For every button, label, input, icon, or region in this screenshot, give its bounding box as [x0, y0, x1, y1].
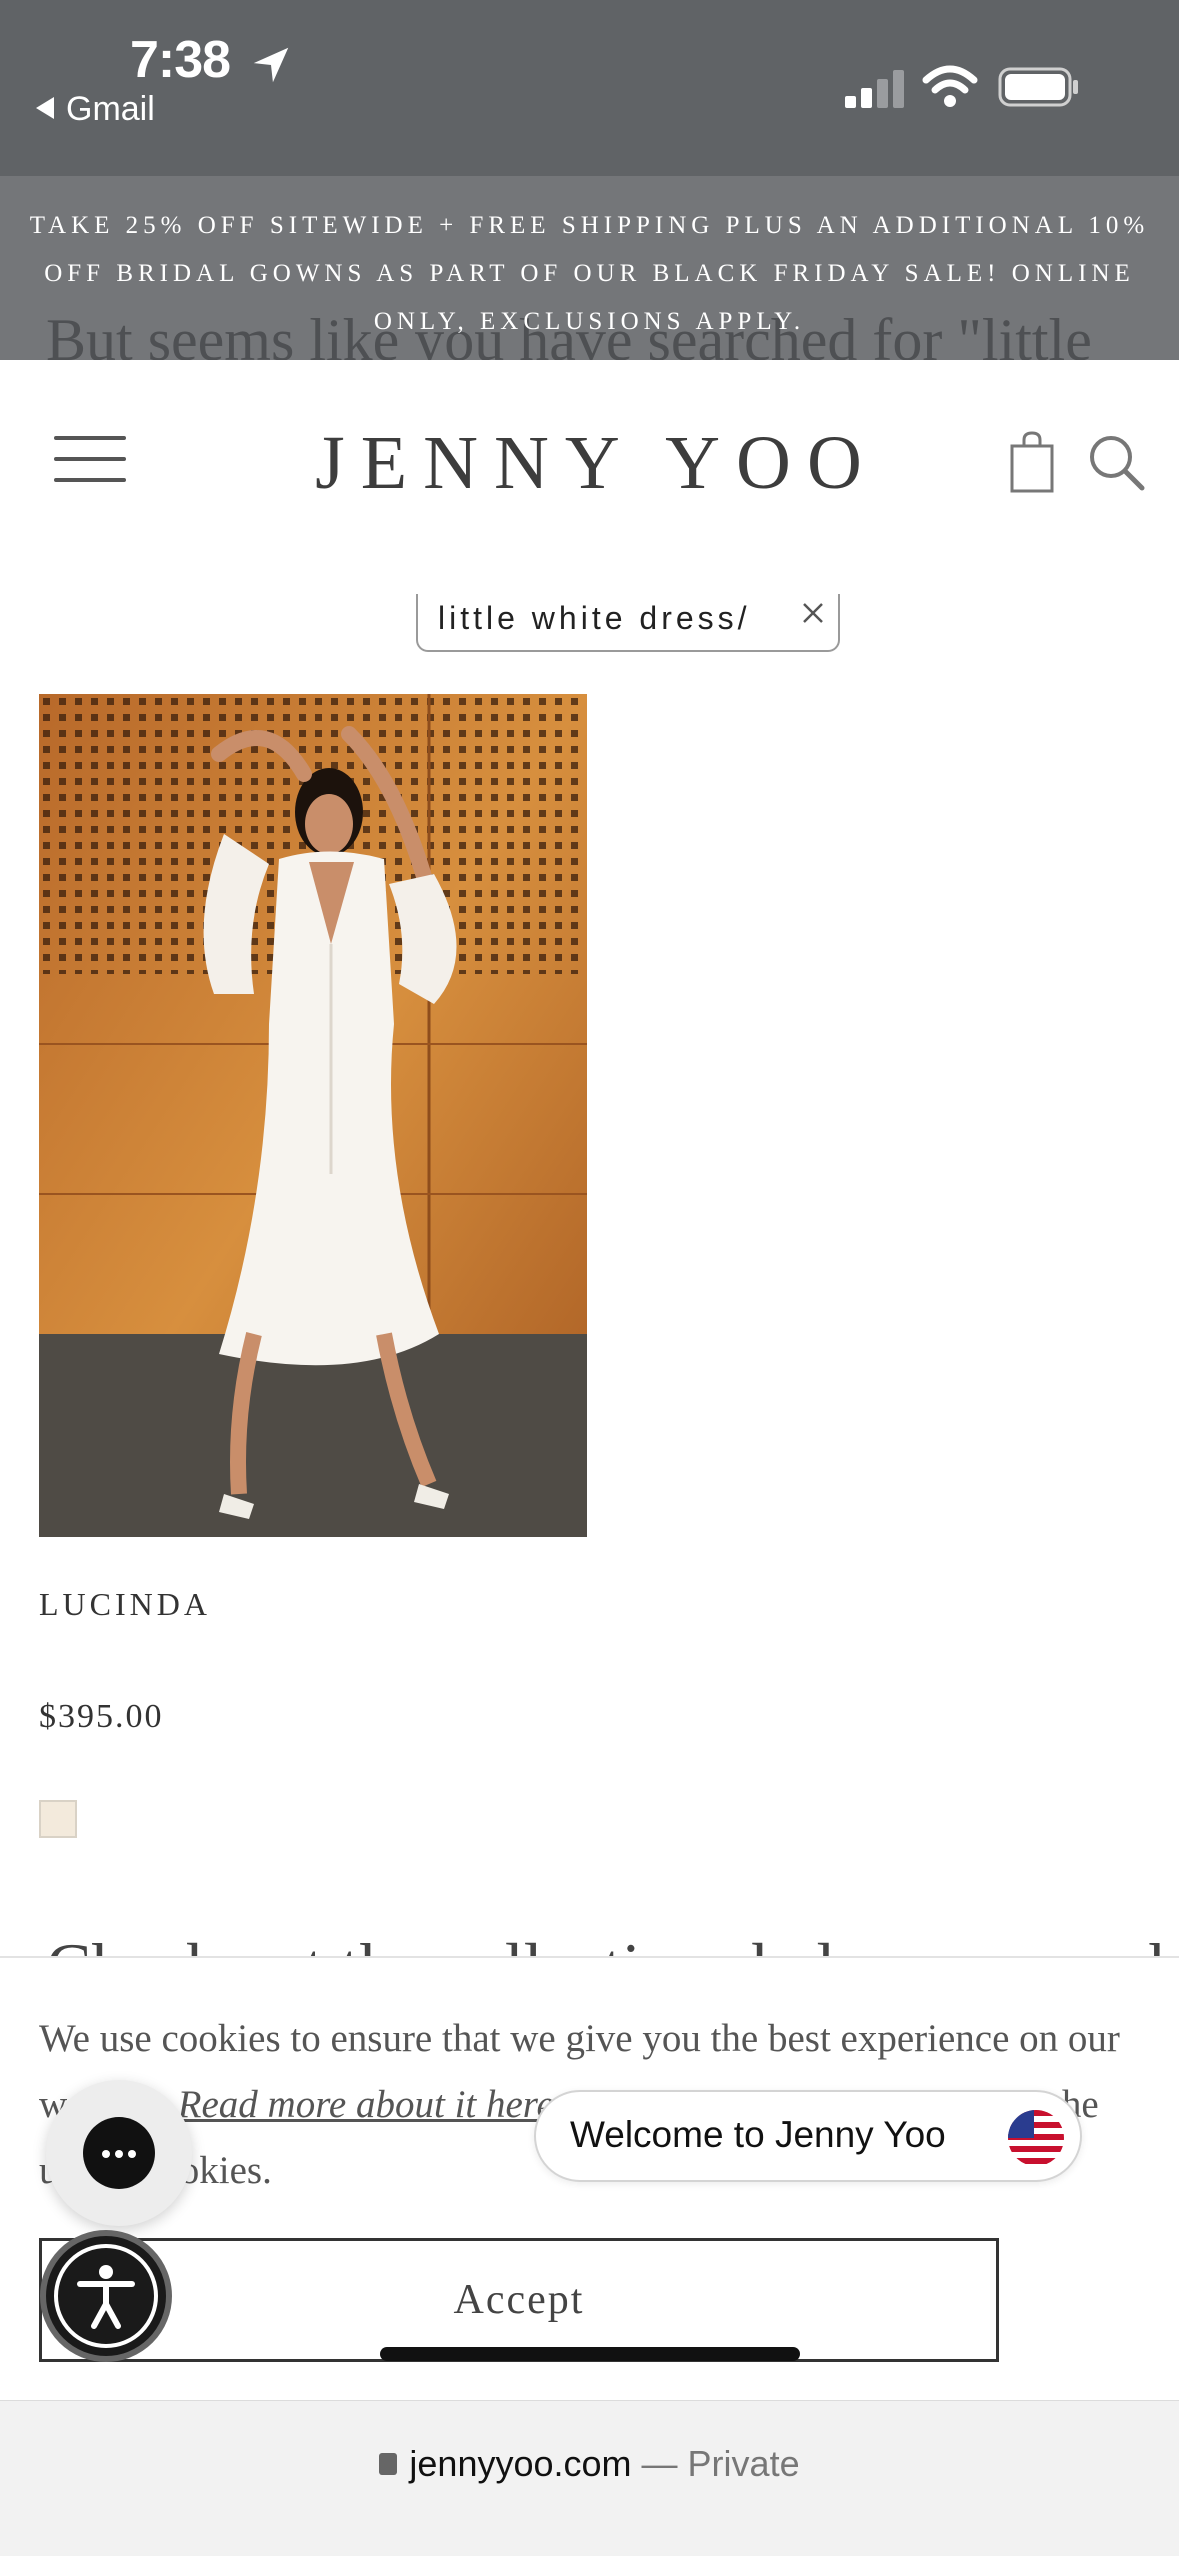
promo-banner: But seems like you have searched for "li…	[0, 176, 1179, 360]
color-swatch[interactable]	[39, 1800, 77, 1838]
shopping-bag-icon[interactable]	[1008, 430, 1056, 494]
back-triangle-icon	[36, 97, 54, 120]
us-flag-icon	[1008, 2110, 1064, 2166]
chat-button[interactable]	[46, 2080, 192, 2226]
accessibility-button[interactable]	[40, 2230, 172, 2362]
product-price: $395.00	[39, 1698, 164, 1735]
back-to-app-link[interactable]: Gmail	[36, 90, 155, 129]
site-logo[interactable]: JENNY YOO	[0, 420, 1179, 507]
search-icon[interactable]	[1086, 432, 1146, 492]
battery-icon	[998, 67, 1078, 107]
product-image[interactable]	[39, 694, 587, 1537]
welcome-label: Welcome to Jenny Yoo	[570, 2114, 946, 2155]
product-name[interactable]: LUCINDA	[39, 1586, 211, 1623]
browser-url-bar[interactable]: jennyyoo.com — Private	[0, 2400, 1179, 2556]
url-display[interactable]: jennyyoo.com — Private	[0, 2443, 1179, 2485]
promo-text: TAKE 25% OFF SITEWIDE + FREE SHIPPING PL…	[29, 212, 1150, 335]
accessibility-icon	[54, 2244, 158, 2348]
product-photo-dress	[39, 694, 587, 1537]
location-arrow-icon	[253, 47, 289, 83]
accept-cookies-button[interactable]: Accept	[39, 2238, 999, 2362]
wifi-icon	[922, 65, 978, 107]
home-indicator[interactable]	[380, 2347, 800, 2361]
cookie-read-more-link[interactable]: Read more about it here	[178, 2083, 554, 2126]
lock-icon	[379, 2453, 398, 2476]
close-icon[interactable]	[800, 600, 826, 626]
search-query-tag[interactable]: little white dress/	[416, 594, 840, 652]
browsing-mode: Private	[687, 2443, 800, 2484]
ios-status-bar: 7:38 Gmail	[0, 0, 1179, 176]
url-domain: jennyyoo.com	[409, 2443, 632, 2484]
cellular-signal-icon	[845, 70, 904, 108]
status-time: 7:38	[130, 31, 231, 89]
welcome-widget[interactable]: Welcome to Jenny Yoo	[534, 2090, 1082, 2182]
search-query-label: little white dress/	[438, 600, 751, 636]
url-separator: —	[631, 2443, 688, 2484]
chat-bubble-icon	[83, 2117, 155, 2189]
back-app-label: Gmail	[66, 90, 155, 128]
site-header: JENNY YOO	[0, 360, 1179, 560]
